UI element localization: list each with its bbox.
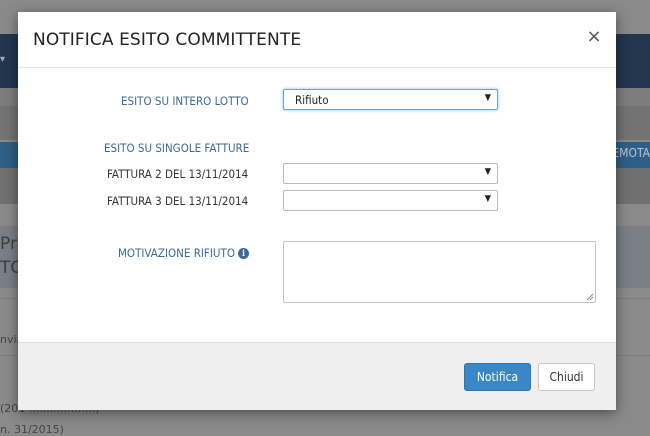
chevron-down-icon: ▼ xyxy=(484,194,491,204)
fattura-3-select[interactable]: ▼ xyxy=(283,190,498,211)
esito-lotto-value: Rifiuto xyxy=(295,93,329,107)
close-icon[interactable]: × xyxy=(586,27,602,47)
bg-tab-label: EMOTA xyxy=(612,146,650,160)
esito-lotto-select[interactable]: Rifiuto ▼ xyxy=(283,89,498,110)
notifica-button[interactable]: Notifica xyxy=(464,363,531,391)
chevron-down-icon: ▼ xyxy=(484,93,491,103)
modal-body: ESITO SU INTERO LOTTO Rifiuto ▼ ESITO SU… xyxy=(18,68,616,342)
info-icon[interactable]: i xyxy=(237,248,249,259)
singole-fatture-heading: ESITO SU SINGOLE FATTURE xyxy=(104,141,250,155)
fattura-3-label: FATTURA 3 DEL 13/11/2014 xyxy=(107,194,249,208)
chevron-down-icon: ▾ xyxy=(0,54,6,65)
motivazione-label-group: MOTIVAZIONE RIFIUTO i xyxy=(118,246,249,260)
chiudi-button[interactable]: Chiudi xyxy=(538,363,595,391)
modal-header: NOTIFICA ESITO COMMITTENTE × xyxy=(18,12,616,68)
fattura-2-select[interactable]: ▼ xyxy=(283,163,498,184)
notifica-esito-dialog: NOTIFICA ESITO COMMITTENTE × ESITO SU IN… xyxy=(18,12,616,410)
esito-lotto-label: ESITO SU INTERO LOTTO xyxy=(121,94,249,108)
motivazione-textarea[interactable] xyxy=(283,241,596,303)
fattura-2-label: FATTURA 2 DEL 13/11/2014 xyxy=(107,167,249,181)
resize-grip-icon[interactable] xyxy=(586,293,594,301)
modal-footer: Notifica Chiudi xyxy=(18,342,616,410)
modal-title: NOTIFICA ESITO COMMITTENTE xyxy=(33,30,302,50)
bg-text: n. 31/2015) xyxy=(0,423,64,436)
chevron-down-icon: ▼ xyxy=(484,167,491,177)
motivazione-label: MOTIVAZIONE RIFIUTO xyxy=(118,246,235,260)
